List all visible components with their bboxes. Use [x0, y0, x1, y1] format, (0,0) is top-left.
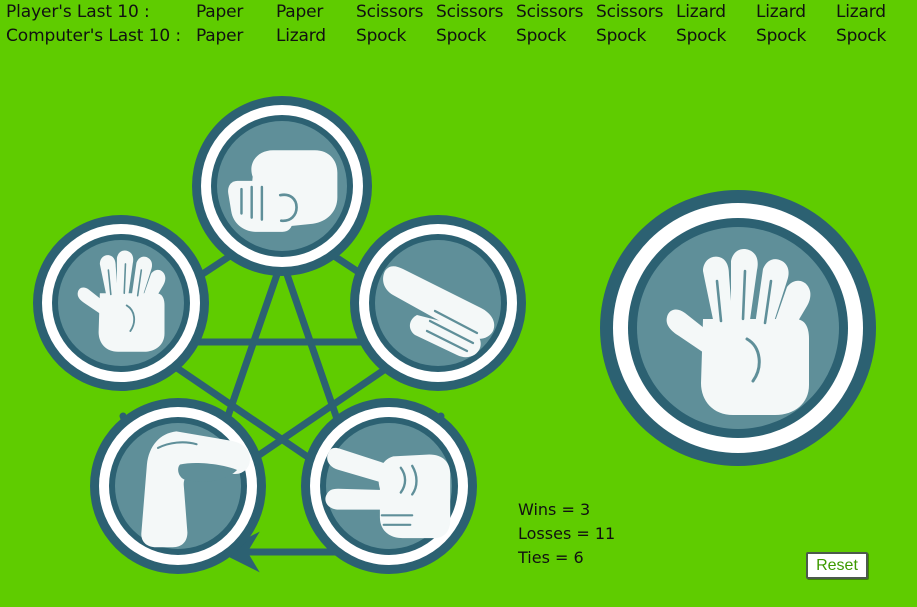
rule-node-paper[interactable] [350, 215, 526, 391]
computer-move-6: Spock [596, 26, 647, 46]
computer-move-8: Spock [756, 26, 807, 46]
player-move-5: Scissors [516, 2, 584, 22]
computer-history-row: Computer's Last 10 : Paper Lizard Spock … [6, 26, 917, 50]
scoreboard: Wins = 3 Losses = 11 Ties = 6 [518, 498, 615, 570]
reset-button[interactable]: Reset [806, 552, 868, 579]
player-move-7: Lizard [676, 2, 726, 22]
computer-history-label: Computer's Last 10 : [6, 26, 182, 46]
player-history-row: Player's Last 10 : Paper Paper Scissors … [6, 2, 917, 26]
rule-node-rock[interactable] [192, 96, 372, 276]
computer-move-3: Spock [356, 26, 407, 46]
rule-node-spock[interactable] [33, 215, 209, 391]
player-move-6: Scissors [596, 2, 664, 22]
player-move-9: Lizard [836, 2, 886, 22]
ties-text: Ties = 6 [518, 548, 584, 567]
rule-node-scissors[interactable] [301, 398, 477, 574]
history-panel: Player's Last 10 : Paper Paper Scissors … [0, 0, 917, 50]
computer-move-9: Spock [836, 26, 887, 46]
player-move-2: Paper [276, 2, 324, 22]
computer-move-7: Spock [676, 26, 727, 46]
computer-move-4: Spock [436, 26, 487, 46]
player-move-4: Scissors [436, 2, 504, 22]
computer-move-2: Lizard [276, 26, 326, 46]
losses-text: Losses = 11 [518, 524, 616, 543]
wins-text: Wins = 3 [518, 500, 591, 519]
player-move-3: Scissors [356, 2, 424, 22]
player-move-8: Lizard [756, 2, 806, 22]
rule-node-lizard[interactable] [90, 398, 266, 574]
player-move-1: Paper [196, 2, 244, 22]
computer-move-1: Paper [196, 26, 244, 46]
computer-move-5: Spock [516, 26, 567, 46]
player-history-label: Player's Last 10 : [6, 2, 150, 22]
rules-pentagon-diagram[interactable] [18, 74, 543, 586]
current-choice-display [597, 187, 879, 469]
